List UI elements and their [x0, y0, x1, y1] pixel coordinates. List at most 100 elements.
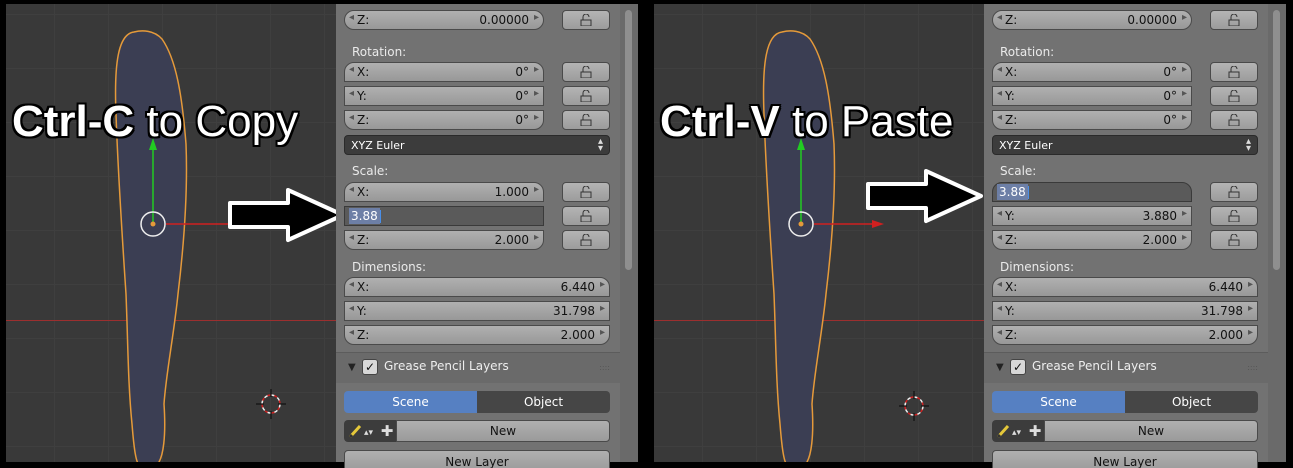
scale-x-field-editing[interactable]: 3.88: [992, 182, 1192, 202]
shortcut-caption: Ctrl-V to Paste: [660, 97, 953, 147]
arrow-right-icon: [228, 188, 345, 242]
lock-icon: [1228, 66, 1240, 78]
lock-icon: [580, 186, 592, 198]
collapse-triangle-icon[interactable]: ▼: [348, 362, 356, 373]
grease-pencil-checkbox[interactable]: ✓: [1010, 359, 1026, 375]
scale-z-field[interactable]: ◂ Z: 2.000 ▸: [992, 230, 1192, 250]
lock-icon: [1228, 234, 1240, 246]
3d-viewport[interactable]: Ctrl-V to Paste: [654, 4, 984, 462]
new-grease-pencil-row: ▴▾ ✚ New: [344, 420, 610, 442]
lock-icon: [580, 114, 592, 126]
lock-location-z-button[interactable]: [562, 10, 610, 30]
grease-pencil-header[interactable]: ▼ ✓ Grease Pencil Layers ::::: [984, 352, 1268, 383]
dimensions-label: Dimensions:: [352, 260, 427, 274]
lock-rotation-x-button[interactable]: [562, 62, 610, 82]
scrollbar-thumb[interactable]: [1273, 10, 1280, 270]
rotation-mode-dropdown[interactable]: XYZ Euler ▴ ▾: [992, 135, 1258, 155]
scale-label: Scale:: [352, 164, 389, 178]
drag-handle-icon[interactable]: ::::: [1247, 363, 1258, 372]
lock-location-z-button[interactable]: [1210, 10, 1258, 30]
arrow-right-icon: [866, 169, 983, 223]
new-button[interactable]: New: [1044, 420, 1258, 442]
pencil-selector[interactable]: ▴▾: [344, 420, 378, 442]
scale-z-field[interactable]: ◂ Z: 2.000 ▸: [344, 230, 544, 250]
lock-scale-x-button[interactable]: [1210, 182, 1258, 202]
selected-object[interactable]: [654, 4, 984, 462]
lock-rotation-y-button[interactable]: [1210, 86, 1258, 106]
rotation-y-field[interactable]: ◂ Y: 0° ▸: [344, 86, 544, 106]
scale-y-field[interactable]: ◂ Y: 3.880 ▸: [992, 206, 1192, 226]
new-button[interactable]: New: [396, 420, 610, 442]
lock-icon: [580, 90, 592, 102]
rotation-z-field[interactable]: ◂ Z: 0° ▸: [344, 110, 544, 130]
shortcut-text: to Paste: [779, 97, 954, 146]
dimensions-z-field[interactable]: ◂ Z: 2.000 ▸: [992, 325, 1258, 345]
drag-handle-icon[interactable]: ::::: [599, 363, 610, 372]
dimensions-z-field[interactable]: ◂ Z: 2.000 ▸: [344, 325, 610, 345]
scale-x-edit-text: 3.88: [997, 184, 1028, 200]
grease-pencil-header[interactable]: ▼ ✓ Grease Pencil Layers ::::: [336, 352, 620, 383]
lock-scale-y-button[interactable]: [562, 206, 610, 226]
rotation-y-field[interactable]: ◂ Y: 0° ▸: [992, 86, 1192, 106]
lock-rotation-z-button[interactable]: [1210, 110, 1258, 130]
scene-tab[interactable]: Scene: [344, 391, 477, 413]
location-z-field[interactable]: ◂ Z: 0.00000 ▸: [992, 10, 1192, 30]
rotation-z-field[interactable]: ◂ Z: 0° ▸: [992, 110, 1192, 130]
rotation-label: Rotation:: [352, 45, 407, 59]
lock-scale-y-button[interactable]: [1210, 206, 1258, 226]
collapse-triangle-icon[interactable]: ▼: [996, 362, 1004, 373]
pencil-selector[interactable]: ▴▾: [992, 420, 1026, 442]
rotation-x-field[interactable]: ◂ X: 0° ▸: [992, 62, 1192, 82]
lock-icon: [1228, 90, 1240, 102]
scene-object-toggle: Scene Object: [992, 391, 1258, 413]
scale-y-edit-text: 3.88: [349, 208, 380, 224]
chevron-updown-icon: ▴ ▾: [597, 136, 603, 154]
right-panel: Ctrl-V to Paste ◂ Z: 0.00000 ▸ Rotation: ◂ X…: [648, 0, 1293, 468]
rotation-x-field[interactable]: ◂ X: 0° ▸: [344, 62, 544, 82]
shortcut-key: Ctrl-V: [660, 97, 780, 146]
plus-icon[interactable]: ✚: [378, 420, 396, 442]
svg-text:▴▾: ▴▾: [364, 428, 374, 438]
shortcut-key: Ctrl-C: [12, 97, 135, 146]
dimensions-x-field[interactable]: ◂ X: 6.440 ▸: [992, 277, 1258, 297]
scale-y-field-editing[interactable]: 3.88: [344, 206, 544, 226]
grease-pencil-title: Grease Pencil Layers: [384, 359, 509, 373]
lock-rotation-x-button[interactable]: [1210, 62, 1258, 82]
scale-x-field[interactable]: ◂ X: 1.000 ▸: [344, 182, 544, 202]
new-layer-button[interactable]: New Layer: [992, 450, 1258, 468]
new-layer-button[interactable]: New Layer: [344, 450, 610, 468]
lock-icon: [580, 14, 592, 26]
properties-scrollbar[interactable]: [620, 4, 638, 462]
shortcut-caption: Ctrl-C to Copy: [12, 97, 298, 147]
dimensions-x-field[interactable]: ◂ X: 6.440 ▸: [344, 277, 610, 297]
rotation-mode-dropdown[interactable]: XYZ Euler ▴ ▾: [344, 135, 610, 155]
plus-icon[interactable]: ✚: [1026, 420, 1044, 442]
lock-rotation-z-button[interactable]: [562, 110, 610, 130]
lock-scale-z-button[interactable]: [1210, 230, 1258, 250]
lock-icon: [580, 66, 592, 78]
lock-icon: [1228, 210, 1240, 222]
properties-scrollbar[interactable]: [1268, 4, 1286, 462]
dimensions-y-field[interactable]: ◂ Y: 31.798 ▸: [344, 301, 610, 321]
grease-pencil-checkbox[interactable]: ✓: [362, 359, 378, 375]
properties-panel: ◂ Z: 0.00000 ▸ Rotation: ◂ X: 0° ▸ ◂ Y: 0° ▸ ◂ Z: 0…: [336, 4, 620, 468]
svg-text:▴▾: ▴▾: [1012, 428, 1022, 438]
grease-pencil-title: Grease Pencil Layers: [1032, 359, 1157, 373]
lock-icon: [1228, 14, 1240, 26]
scrollbar-thumb[interactable]: [625, 10, 632, 270]
3d-cursor-icon: [256, 389, 286, 419]
object-tab[interactable]: Object: [1125, 391, 1258, 413]
scene-tab[interactable]: Scene: [992, 391, 1125, 413]
location-z-field[interactable]: ◂ Z: 0.00000 ▸: [344, 10, 544, 30]
dimensions-y-field[interactable]: ◂ Y: 31.798 ▸: [992, 301, 1258, 321]
scale-label: Scale:: [1000, 164, 1037, 178]
lock-icon: [580, 234, 592, 246]
properties-panel: ◂ Z: 0.00000 ▸ Rotation: ◂ X: 0° ▸ ◂ Y: 0° ▸ ◂ Z: 0…: [984, 4, 1268, 468]
lock-scale-x-button[interactable]: [562, 182, 610, 202]
object-tab[interactable]: Object: [477, 391, 610, 413]
pencil-icon: ▴▾: [996, 424, 1022, 439]
lock-rotation-y-button[interactable]: [562, 86, 610, 106]
text-caret: [1028, 186, 1029, 199]
lock-scale-z-button[interactable]: [562, 230, 610, 250]
pencil-icon: ▴▾: [348, 424, 374, 439]
